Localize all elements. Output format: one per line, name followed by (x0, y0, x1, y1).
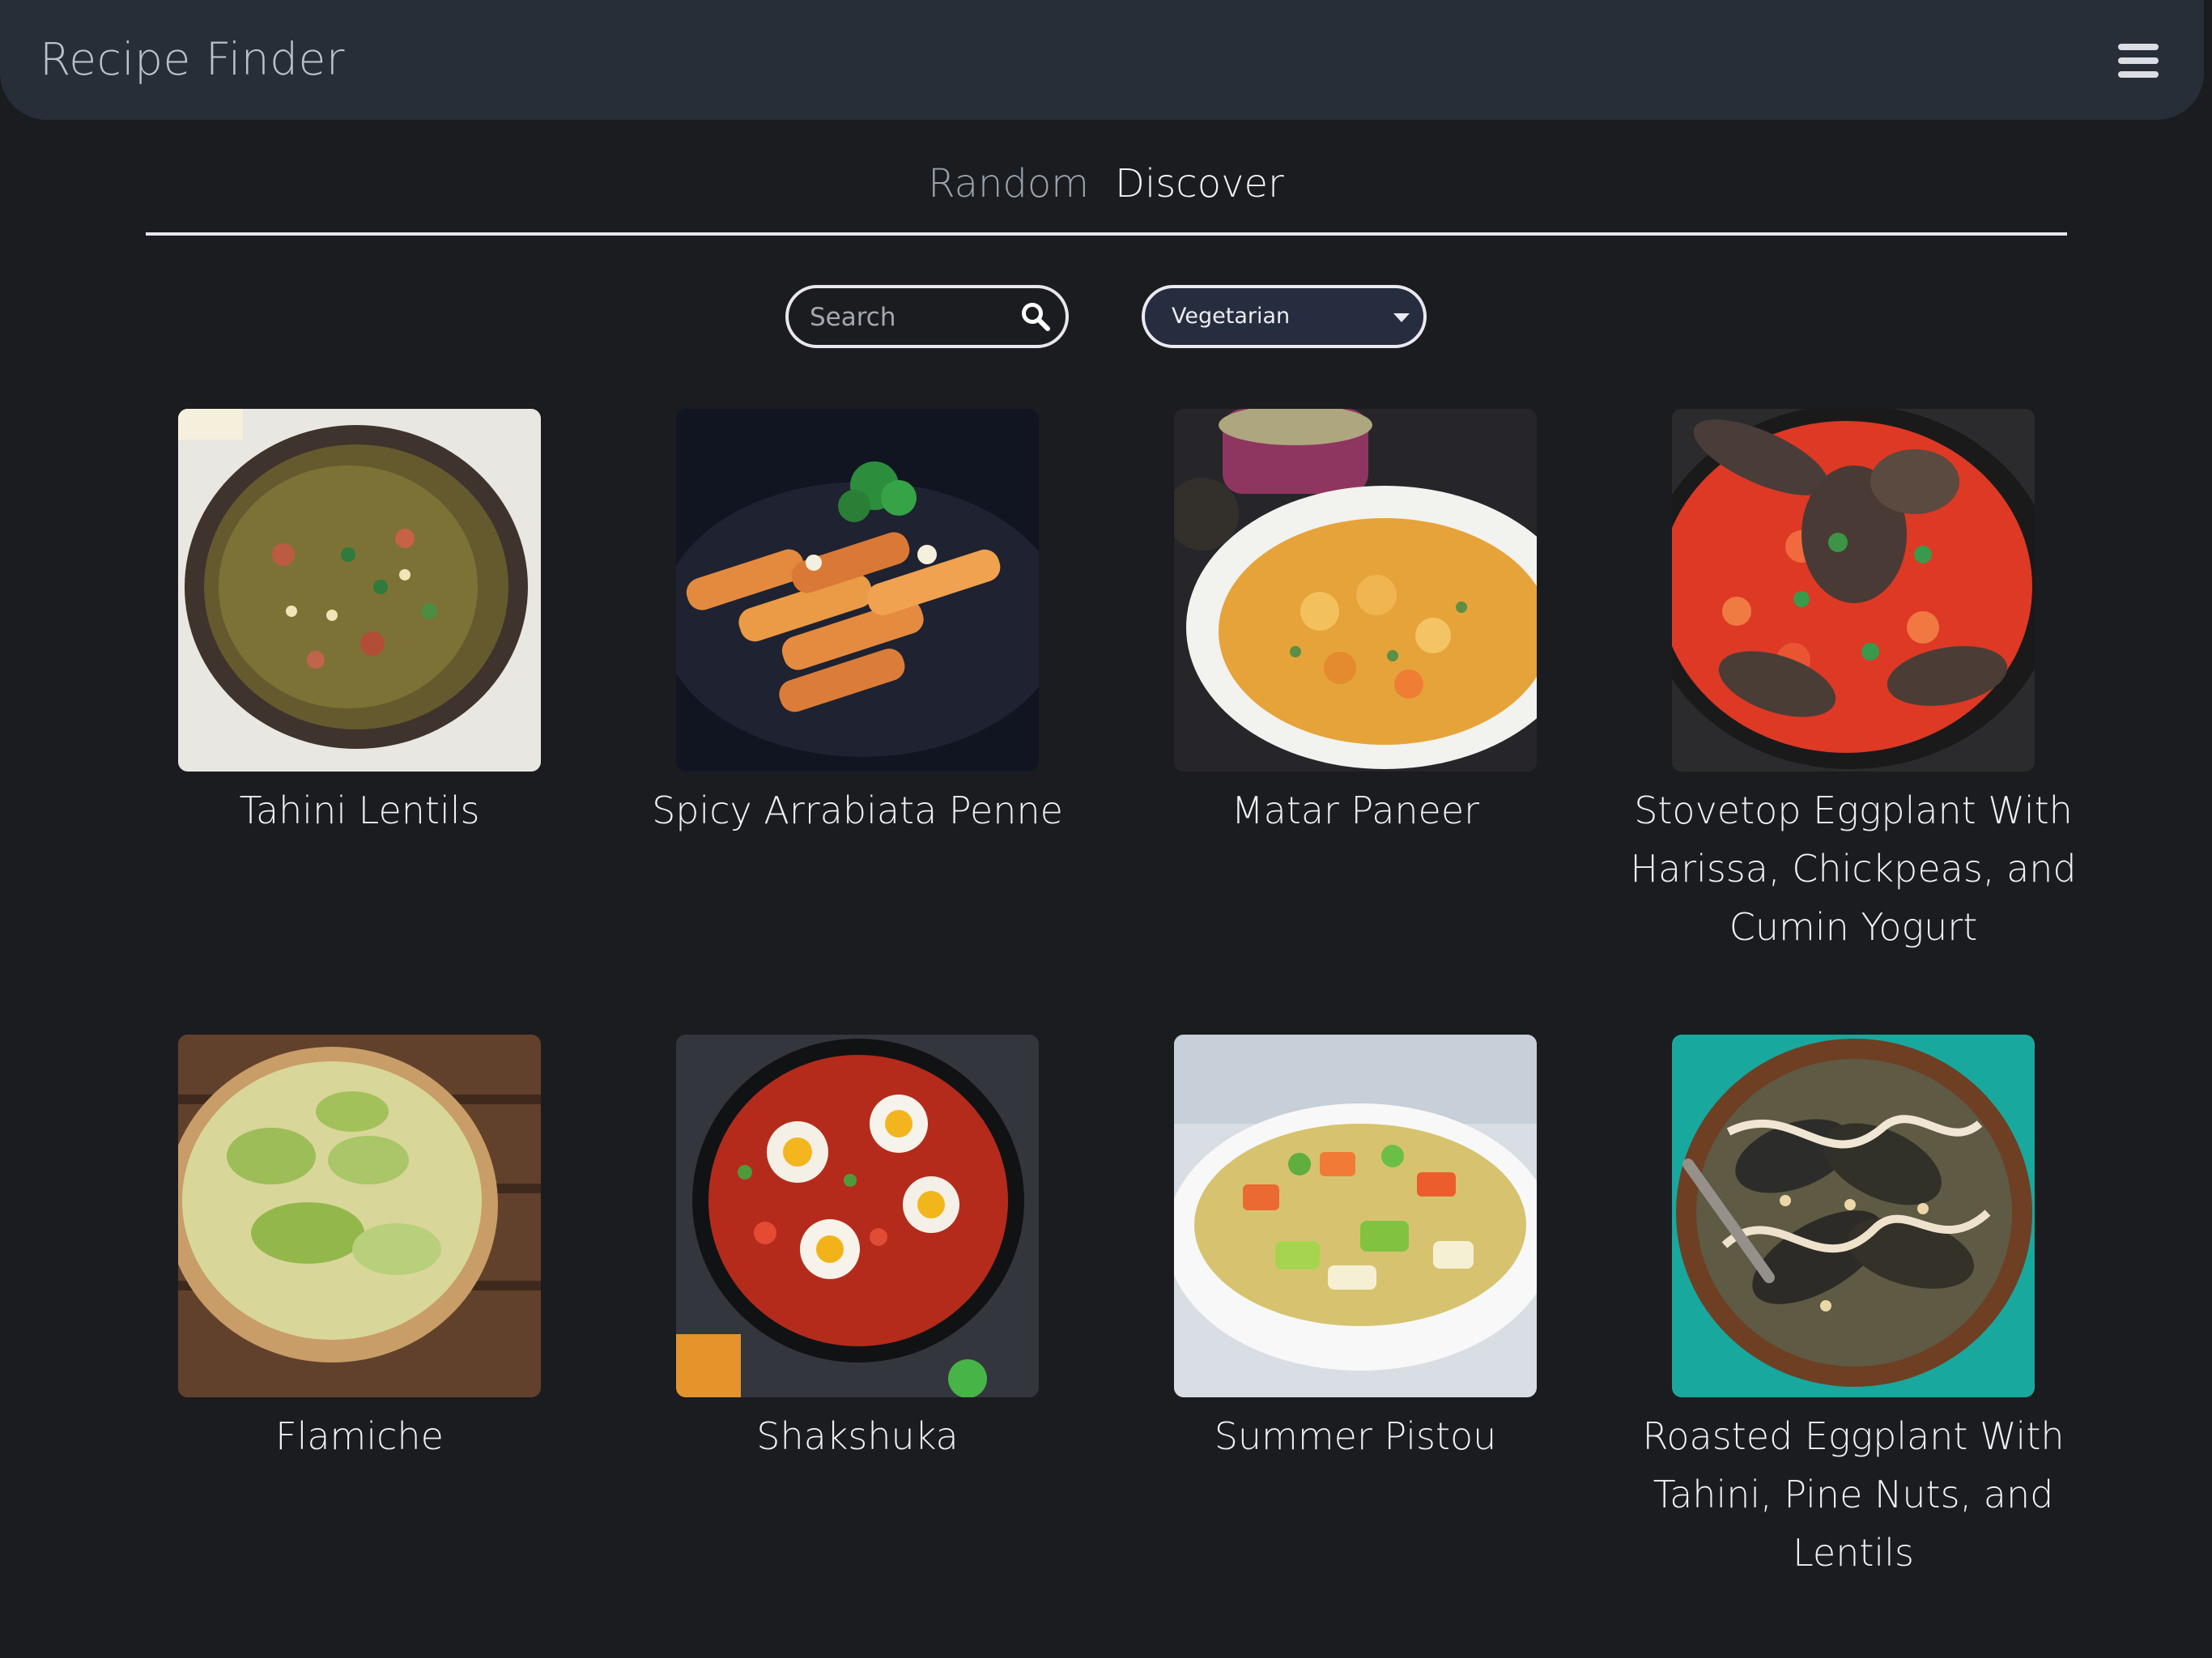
recipe-card-flamiche[interactable]: Flamiche (81, 1035, 567, 1601)
search-icon[interactable] (1020, 301, 1051, 332)
view-tabs: Random Discover (0, 152, 2212, 215)
recipe-card-spicy-arrabiata-penne[interactable]: Spicy Arrabiata Penne (579, 409, 1065, 976)
recipe-title: Stovetop Eggplant With Harissa, Chickpea… (1630, 789, 2077, 949)
app-header: Recipe Finder (0, 0, 2204, 120)
recipe-card-summer-pistou[interactable]: Summer Pistou (1077, 1035, 1563, 1601)
recipe-card-stovetop-eggplant[interactable]: Stovetop Eggplant With Harissa, Chickpea… (1575, 409, 2077, 976)
recipe-title: Shakshuka (756, 1414, 959, 1458)
recipe-image-shakshuka[interactable] (676, 1035, 1039, 1397)
recipe-image-tahini-lentils[interactable] (178, 409, 541, 772)
tab-random[interactable]: Random (928, 152, 1089, 215)
recipe-title: Flamiche (275, 1414, 444, 1458)
recipe-image-spicy-arrabiata-penne[interactable] (676, 409, 1039, 772)
app-title: Recipe Finder (40, 33, 345, 85)
recipe-image-matar-paneer[interactable] (1174, 409, 1537, 772)
tabs-divider (146, 232, 2067, 236)
recipe-image-flamiche[interactable] (178, 1035, 541, 1397)
recipe-image-roasted-eggplant[interactable] (1672, 1035, 2035, 1397)
recipe-image-summer-pistou[interactable] (1174, 1035, 1537, 1397)
menu-button[interactable] (2113, 40, 2163, 81)
recipe-title: Spicy Arrabiata Penne (652, 789, 1063, 832)
recipe-card-shakshuka[interactable]: Shakshuka (579, 1035, 1065, 1601)
recipe-card-matar-paneer[interactable]: Matar Paneer (1077, 409, 1563, 976)
recipe-title: Tahini Lentils (239, 789, 480, 832)
search-input[interactable] (808, 288, 1014, 346)
chevron-down-icon (1393, 313, 1410, 322)
tab-discover[interactable]: Discover (1115, 152, 1284, 215)
recipe-card-tahini-lentils[interactable]: Tahini Lentils (81, 409, 567, 976)
recipe-title: Matar Paneer (1231, 789, 1480, 832)
recipe-image-stovetop-eggplant[interactable] (1672, 409, 2035, 772)
recipe-card-roasted-eggplant[interactable]: Roasted Eggplant With Tahini, Pine Nuts,… (1575, 1035, 2065, 1601)
recipe-title: Roasted Eggplant With Tahini, Pine Nuts,… (1642, 1414, 2065, 1575)
diet-filter-select[interactable]: Vegetarian (1142, 285, 1427, 348)
search-box (785, 285, 1069, 348)
recipe-title: Summer Pistou (1214, 1414, 1497, 1458)
diet-filter-value: Vegetarian (1172, 304, 1291, 329)
